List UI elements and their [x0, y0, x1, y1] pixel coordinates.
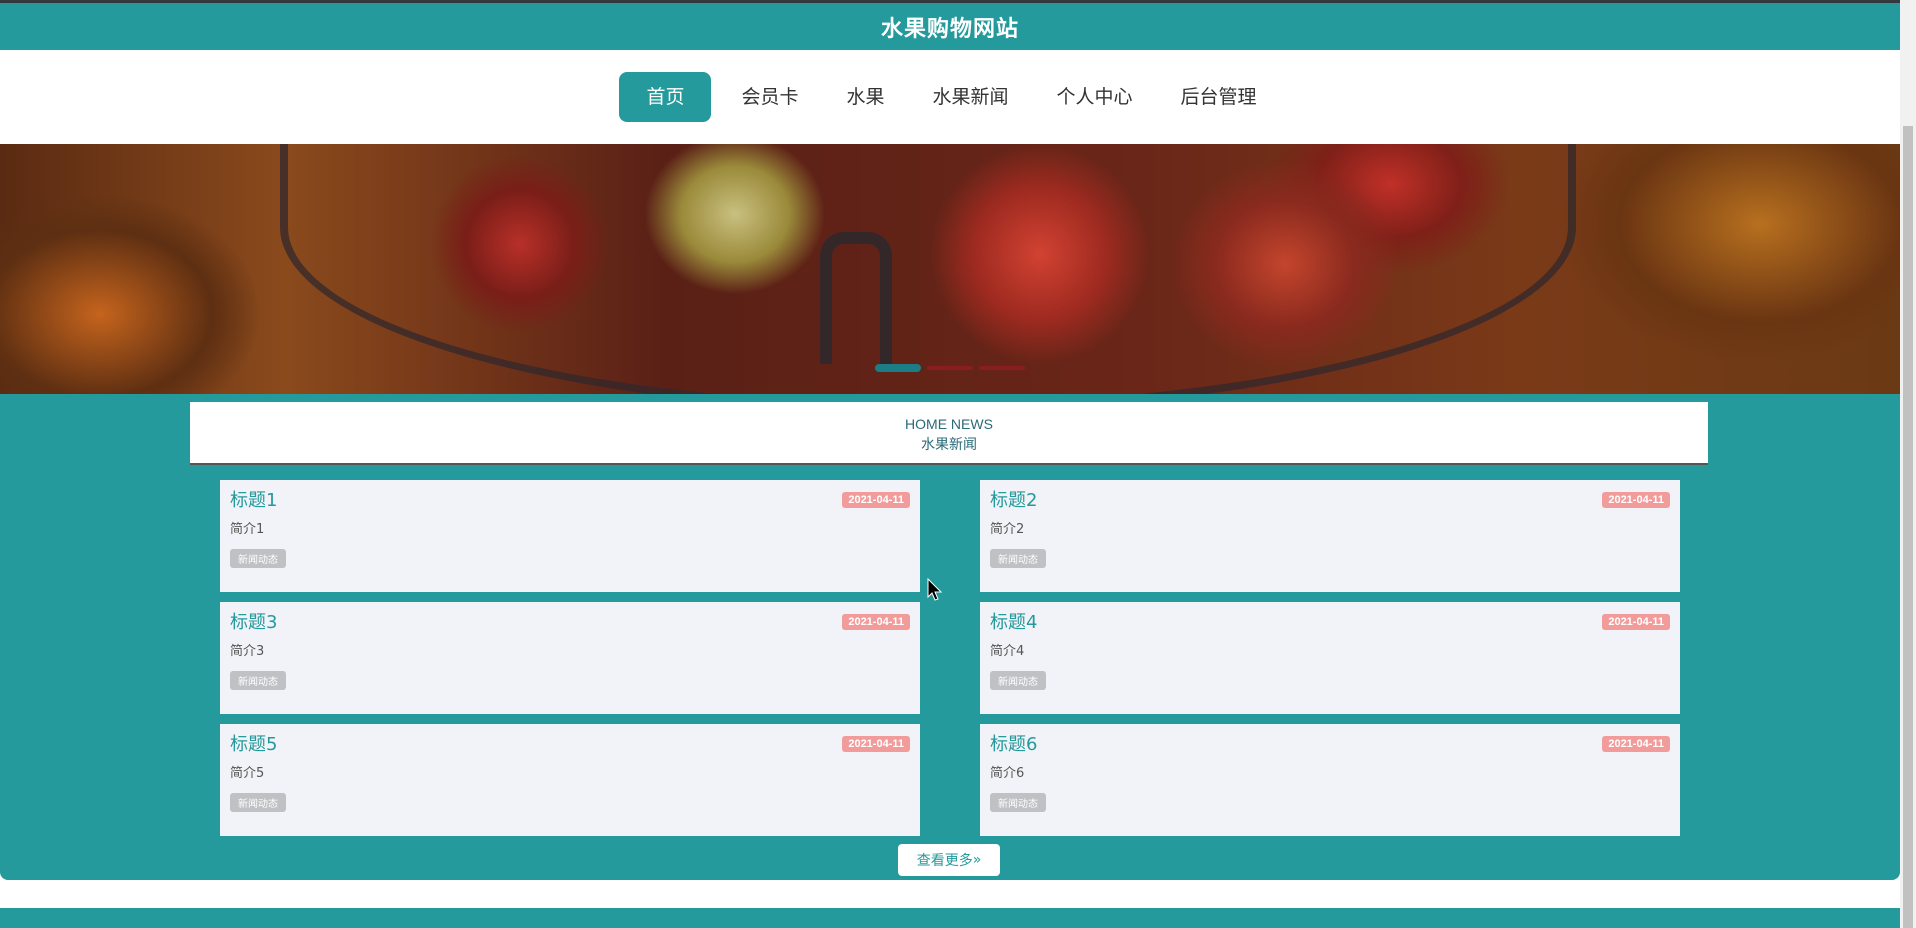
- news-card-intro: 简介3: [230, 644, 265, 659]
- nav-item-member-card[interactable]: 会员卡: [717, 72, 822, 122]
- carousel-dot-2[interactable]: [927, 366, 973, 370]
- nav-item-admin[interactable]: 后台管理: [1157, 72, 1281, 122]
- page-scrollbar[interactable]: [1900, 0, 1916, 928]
- news-card-title[interactable]: 标题1: [230, 490, 910, 512]
- news-card-tag: 新闻动态: [230, 549, 286, 568]
- news-card-intro: 简介5: [230, 766, 265, 781]
- news-card-title[interactable]: 标题3: [230, 612, 910, 634]
- news-card-title[interactable]: 标题5: [230, 734, 910, 756]
- view-more-label: 查看更多: [916, 853, 973, 869]
- news-card[interactable]: 标题2 2021-04-11 简介2 新闻动态: [980, 480, 1680, 592]
- news-section: HOME NEWS 水果新闻 标题1 2021-04-11 简介1 新闻动态 标…: [0, 394, 1900, 880]
- nav-item-fruit-news[interactable]: 水果新闻: [909, 72, 1033, 122]
- news-card[interactable]: 标题6 2021-04-11 简介6 新闻动态: [980, 724, 1680, 836]
- news-card-intro: 简介2: [990, 522, 1025, 537]
- carousel-dot-3[interactable]: [979, 366, 1025, 370]
- news-card-date: 2021-04-11: [1602, 492, 1670, 508]
- news-card-tag: 新闻动态: [230, 671, 286, 690]
- news-card-title[interactable]: 标题4: [990, 612, 1670, 634]
- news-card-date: 2021-04-11: [842, 736, 910, 752]
- news-card-title[interactable]: 标题6: [990, 734, 1670, 756]
- hero-banner: [0, 144, 1900, 394]
- basket-image: [280, 144, 1576, 394]
- double-chevron-right-icon: »: [972, 852, 982, 868]
- scrollbar-thumb[interactable]: [1903, 126, 1913, 928]
- news-card[interactable]: 标题5 2021-04-11 简介5 新闻动态: [220, 724, 920, 836]
- news-title-en: HOME NEWS: [905, 416, 993, 432]
- news-section-header: HOME NEWS 水果新闻: [190, 402, 1708, 465]
- news-title-cn: 水果新闻: [921, 437, 977, 453]
- news-card-date: 2021-04-11: [842, 492, 910, 508]
- main-nav: 首页 会员卡 水果 水果新闻 个人中心 后台管理: [0, 50, 1900, 144]
- news-card-intro: 简介6: [990, 766, 1025, 781]
- news-card[interactable]: 标题3 2021-04-11 简介3 新闻动态: [220, 602, 920, 714]
- news-card-date: 2021-04-11: [842, 614, 910, 630]
- footer-strip: [0, 908, 1900, 928]
- nav-item-personal-center[interactable]: 个人中心: [1033, 72, 1157, 122]
- news-card[interactable]: 标题1 2021-04-11 简介1 新闻动态: [220, 480, 920, 592]
- basket-handle-image: [820, 232, 892, 364]
- news-card-tag: 新闻动态: [990, 671, 1046, 690]
- news-card-tag: 新闻动态: [990, 549, 1046, 568]
- site-title: 水果购物网站: [880, 16, 1019, 42]
- site-header: 水果购物网站: [0, 3, 1900, 50]
- news-card-title[interactable]: 标题2: [990, 490, 1670, 512]
- carousel-dot-1[interactable]: [875, 364, 921, 372]
- news-card-intro: 简介1: [230, 522, 265, 537]
- news-card-date: 2021-04-11: [1602, 614, 1670, 630]
- nav-item-fruit[interactable]: 水果: [822, 72, 908, 122]
- news-card-date: 2021-04-11: [1602, 736, 1670, 752]
- news-card[interactable]: 标题4 2021-04-11 简介4 新闻动态: [980, 602, 1680, 714]
- news-card-tag: 新闻动态: [990, 793, 1046, 812]
- news-card-tag: 新闻动态: [230, 793, 286, 812]
- view-more-button[interactable]: 查看更多 »: [898, 844, 1000, 876]
- carousel-indicators: [875, 364, 1025, 372]
- news-card-intro: 简介4: [990, 644, 1025, 659]
- nav-item-home[interactable]: 首页: [619, 72, 712, 122]
